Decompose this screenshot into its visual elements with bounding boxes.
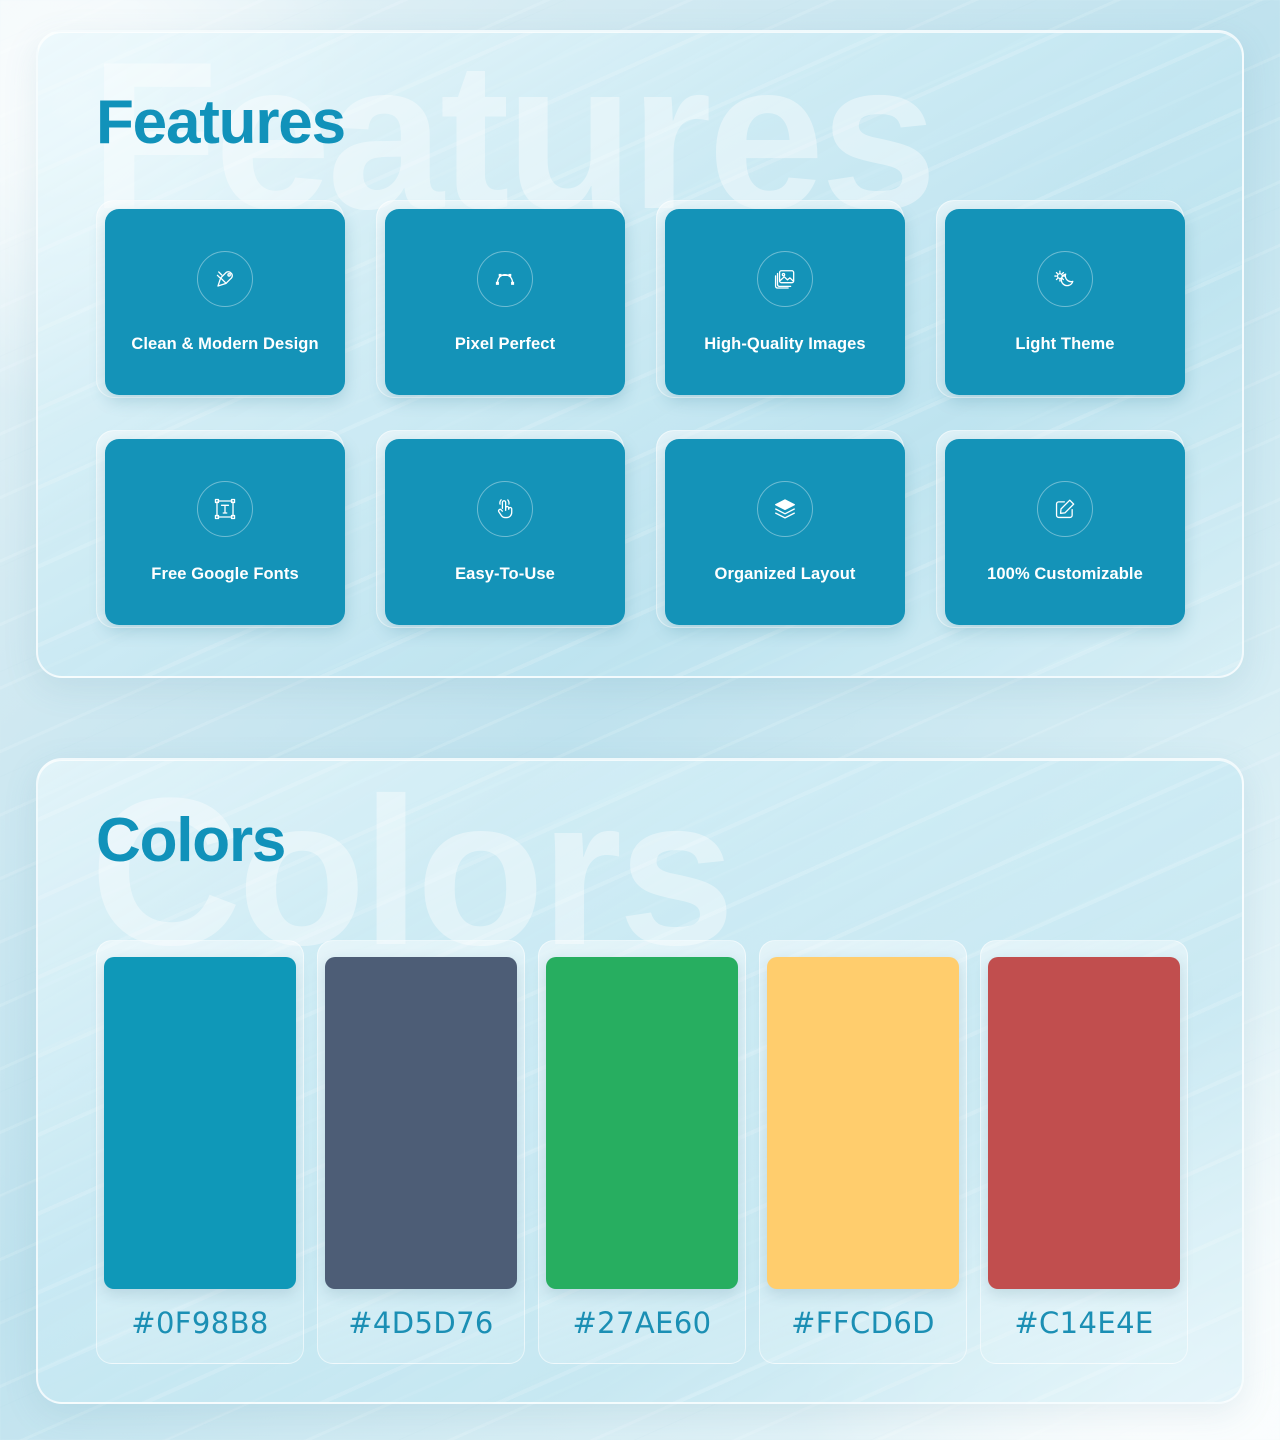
feature-card-free-google-fonts[interactable]: Free Google Fonts	[105, 439, 345, 625]
color-swatch-chip	[325, 957, 517, 1289]
feature-card-frame: Clean & Modern Design	[96, 200, 345, 398]
color-swatch-chip	[104, 957, 296, 1289]
feature-card-frame: High-Quality Images	[656, 200, 905, 398]
color-swatch-chip	[988, 957, 1180, 1289]
feature-card-label: Light Theme	[1015, 334, 1115, 353]
feature-card-organized-layout[interactable]: Organized Layout	[665, 439, 905, 625]
feature-card-label: Free Google Fonts	[151, 564, 299, 583]
feature-card-easy-to-use[interactable]: Easy-To-Use	[385, 439, 625, 625]
feature-card-label: Clean & Modern Design	[131, 334, 319, 353]
sun-moon-icon	[1037, 250, 1093, 307]
feature-card-frame: Easy-To-Use	[376, 430, 625, 628]
feature-card-clean-modern-design[interactable]: Clean & Modern Design	[105, 209, 345, 395]
pen-tool-icon	[197, 250, 253, 307]
color-hex-label: #C14E4E	[1014, 1306, 1154, 1340]
feature-card-label: Organized Layout	[714, 564, 856, 583]
bezier-curve-icon	[477, 250, 533, 307]
image-stack-icon	[757, 250, 813, 307]
feature-card-frame: Pixel Perfect	[376, 200, 625, 398]
color-swatch-item[interactable]: #C14E4E	[980, 940, 1188, 1364]
layers-icon	[757, 480, 813, 537]
feature-card-frame: Free Google Fonts	[96, 430, 345, 628]
feature-card-label: High-Quality Images	[704, 334, 866, 353]
color-hex-label: #4D5D76	[348, 1306, 494, 1340]
colors-panel: Colors Colors #0F98B8 #4D5D76 #27AE60 #F…	[36, 758, 1244, 1404]
color-swatch-item[interactable]: #27AE60	[538, 940, 746, 1364]
feature-card-light-theme[interactable]: Light Theme	[945, 209, 1185, 395]
feature-card-frame: 100% Customizable	[936, 430, 1185, 628]
feature-card-label: Easy-To-Use	[455, 564, 555, 583]
features-section-title: Features	[96, 88, 346, 157]
feature-card-frame: Organized Layout	[656, 430, 905, 628]
color-swatch-chip	[546, 957, 738, 1289]
feature-card-label: 100% Customizable	[987, 564, 1143, 583]
color-hex-label: #FFCD6D	[791, 1306, 935, 1340]
color-swatch-item[interactable]: #0F98B8	[96, 940, 304, 1364]
features-panel: Features Features Clean & Modern Design	[36, 30, 1244, 678]
color-swatch-row: #0F98B8 #4D5D76 #27AE60 #FFCD6D #C14E4E	[96, 940, 1188, 1364]
color-swatch-item[interactable]: #FFCD6D	[759, 940, 967, 1364]
color-swatch-item[interactable]: #4D5D76	[317, 940, 525, 1364]
color-hex-label: #27AE60	[572, 1306, 712, 1340]
feature-card-label: Pixel Perfect	[454, 334, 556, 353]
color-hex-label: #0F98B8	[131, 1306, 269, 1340]
tap-gesture-icon	[477, 480, 533, 537]
feature-card-100-customizable[interactable]: 100% Customizable	[945, 439, 1185, 625]
colors-section-title: Colors	[96, 806, 286, 875]
feature-card-frame: Light Theme	[936, 200, 1185, 398]
text-box-icon	[197, 480, 253, 537]
edit-square-icon	[1037, 480, 1093, 537]
color-swatch-chip	[767, 957, 959, 1289]
features-grid: Clean & Modern Design Pixel Perfect High…	[96, 200, 1188, 628]
feature-card-high-quality-images[interactable]: High-Quality Images	[665, 209, 905, 395]
feature-card-pixel-perfect[interactable]: Pixel Perfect	[385, 209, 625, 395]
